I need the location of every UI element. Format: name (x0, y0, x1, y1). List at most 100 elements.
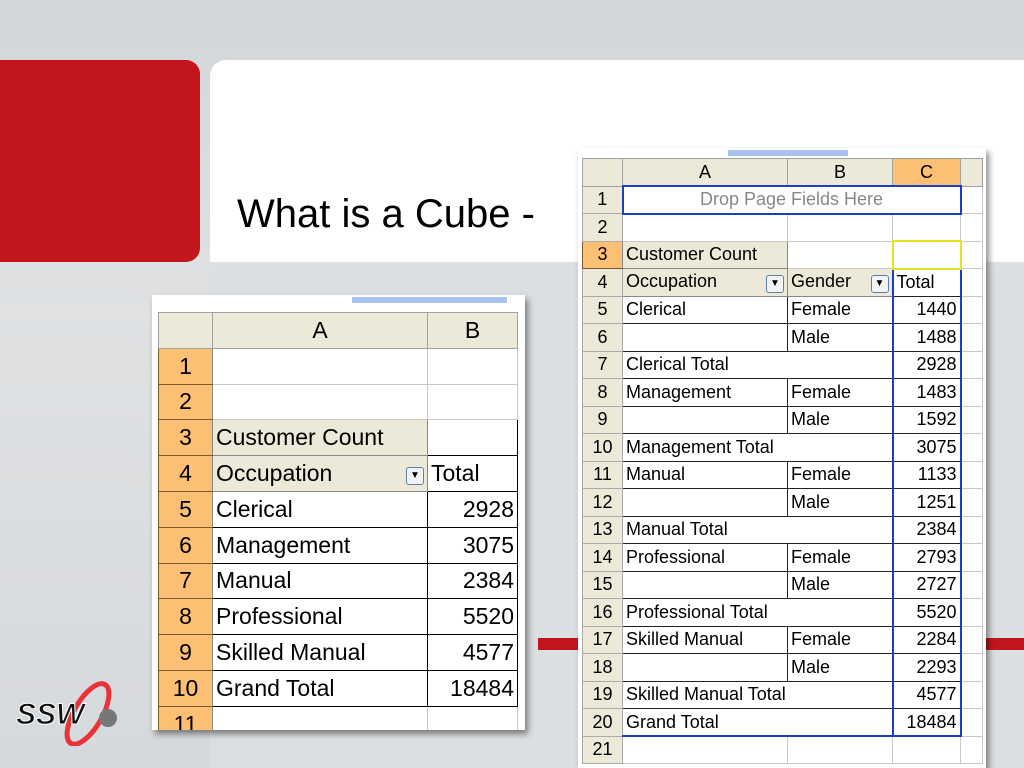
row-header[interactable]: 2 (158, 383, 213, 421)
row-header[interactable]: 7 (158, 562, 213, 600)
cell-d[interactable] (960, 323, 983, 352)
row-header[interactable]: 13 (582, 515, 623, 544)
cell-a[interactable]: Management (212, 526, 428, 564)
cell-a[interactable]: Professional Total (622, 598, 893, 627)
cell-a[interactable]: Skilled Manual (212, 634, 428, 671)
row-header[interactable]: 3 (582, 240, 623, 269)
cell-c[interactable]: 2293 (891, 653, 962, 682)
column-header-D[interactable] (960, 158, 983, 187)
cell-c[interactable]: 1488 (891, 323, 962, 352)
cell-c[interactable]: 1440 (891, 295, 962, 324)
row-header[interactable]: 18 (582, 653, 623, 682)
cell-d[interactable] (960, 543, 983, 572)
row-header[interactable]: 1 (582, 185, 623, 214)
cell-b[interactable]: Male (787, 570, 893, 599)
cell-b[interactable]: 18484 (427, 669, 518, 707)
cell-a[interactable]: Management (622, 378, 788, 407)
cell-c[interactable] (891, 240, 962, 270)
corner-cell[interactable] (158, 312, 213, 349)
cell-d[interactable] (960, 405, 983, 434)
row-header[interactable]: 4 (582, 268, 623, 297)
row-header[interactable]: 8 (158, 598, 213, 636)
cell-c[interactable]: 1483 (891, 378, 962, 407)
row-header[interactable]: 6 (582, 323, 623, 352)
cell-d[interactable] (960, 708, 983, 737)
cell-d[interactable] (960, 350, 983, 379)
cell-c[interactable]: 2727 (891, 570, 962, 599)
cell-c[interactable]: 1251 (891, 488, 962, 517)
cell-b[interactable]: Female (787, 378, 893, 407)
row-header[interactable]: 9 (582, 405, 623, 434)
cell-a[interactable]: Customer Count (622, 240, 788, 269)
cell-a[interactable] (212, 383, 428, 421)
cell-c[interactable]: 5520 (891, 598, 962, 627)
cell-a[interactable]: Manual (212, 562, 428, 600)
cell-a[interactable]: Professional (212, 598, 428, 636)
column-header-A[interactable]: A (622, 158, 788, 187)
row-header[interactable]: 16 (582, 598, 623, 627)
row-header[interactable]: 1 (158, 347, 213, 385)
cell-b[interactable]: Female (787, 625, 893, 654)
row-header[interactable]: 15 (582, 570, 623, 599)
row-header[interactable]: 12 (582, 488, 623, 517)
cell-d[interactable] (960, 268, 983, 297)
cell-d[interactable] (960, 240, 983, 269)
cell-b[interactable] (787, 735, 893, 764)
cell-c[interactable]: 1133 (891, 460, 962, 489)
cell-d[interactable] (960, 213, 983, 242)
cell-a[interactable] (212, 347, 428, 385)
cell-b[interactable]: 3075 (427, 526, 518, 564)
row-header[interactable]: 9 (158, 634, 213, 671)
cell-b[interactable] (427, 347, 518, 385)
cell-d[interactable] (960, 515, 983, 544)
cell-b[interactable]: Male (787, 323, 893, 352)
row-header[interactable]: 3 (158, 419, 213, 457)
cell-a[interactable] (622, 323, 788, 352)
cell-b[interactable]: Gender ▼ (787, 268, 893, 297)
cell-c[interactable]: 2284 (891, 625, 962, 654)
cell-d[interactable] (960, 378, 983, 407)
cell-d[interactable] (960, 680, 983, 709)
row-header[interactable]: 4 (158, 455, 213, 492)
cell-b[interactable]: Female (787, 295, 893, 324)
cell-b[interactable] (787, 240, 893, 269)
cell-a[interactable]: Grand Total (622, 708, 893, 737)
cell-a[interactable]: Occupation ▼ (212, 455, 428, 492)
cell-b[interactable]: 2384 (427, 562, 518, 600)
cell-d[interactable] (960, 185, 983, 214)
cell-c[interactable] (892, 735, 961, 764)
row-header[interactable]: 14 (582, 543, 623, 572)
row-header[interactable]: 10 (582, 433, 623, 462)
cell-a[interactable]: Clerical Total (622, 350, 893, 379)
cell-c[interactable]: 2928 (891, 350, 962, 379)
cell-c[interactable]: 2384 (891, 515, 962, 544)
cell-d[interactable] (960, 653, 983, 682)
cell-a[interactable]: Occupation ▼ (622, 268, 788, 297)
cell-a[interactable] (622, 653, 788, 682)
dropdown-arrow-icon[interactable]: ▼ (766, 275, 784, 294)
column-header-C[interactable]: C (892, 158, 961, 187)
cell-a[interactable]: Clerical (212, 490, 428, 528)
cell-a[interactable] (622, 405, 788, 434)
cell-d[interactable] (960, 735, 983, 764)
cell-a[interactable] (212, 705, 428, 730)
cell-a[interactable]: Manual Total (622, 515, 893, 544)
cell-b[interactable]: Female (787, 460, 893, 489)
cell-a[interactable] (622, 570, 788, 599)
cell-d[interactable] (960, 570, 983, 599)
cell-d[interactable] (960, 460, 983, 489)
column-header-A[interactable]: A (212, 312, 428, 349)
row-header[interactable]: 11 (158, 705, 213, 730)
cell-d[interactable] (960, 488, 983, 517)
row-header[interactable]: 8 (582, 378, 623, 407)
cell-a[interactable]: Manual (622, 460, 788, 489)
cell-b[interactable]: Female (787, 543, 893, 572)
row-header[interactable]: 20 (582, 708, 623, 737)
dropdown-arrow-icon[interactable]: ▼ (406, 467, 424, 486)
cell-d[interactable] (960, 433, 983, 462)
cell-d[interactable] (960, 295, 983, 324)
cell-c[interactable] (892, 213, 961, 242)
cell-c[interactable]: 2793 (891, 543, 962, 572)
cell-d[interactable] (960, 625, 983, 654)
cell-c[interactable]: 3075 (891, 433, 962, 462)
